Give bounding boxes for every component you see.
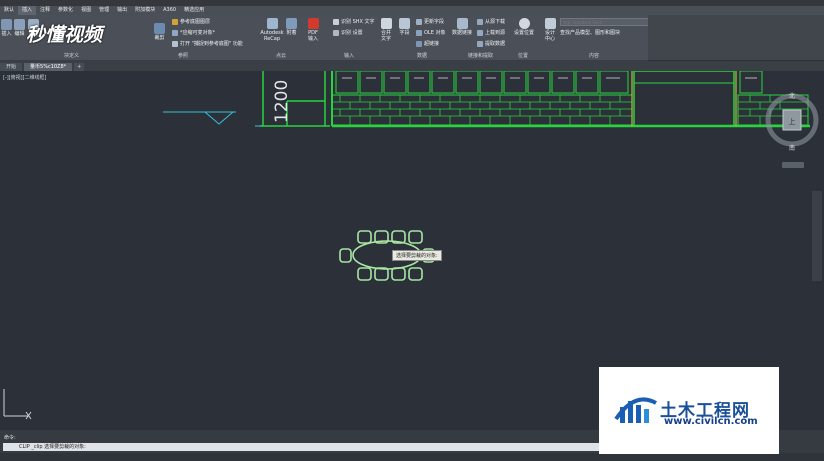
tab-addins[interactable]: 附加模块: [131, 6, 159, 15]
recap-icon: [266, 18, 278, 29]
seek-search-input[interactable]: [560, 18, 650, 26]
compass-north: 北: [789, 92, 795, 100]
group-point-cloud: 点云: [276, 53, 287, 59]
chair: [391, 267, 406, 281]
find-product-models-button[interactable]: 查找产品模型、图形和图块: [560, 29, 620, 36]
attach-button[interactable]: 附着: [286, 18, 297, 36]
chair: [408, 267, 423, 281]
recognize-shx-button[interactable]: 识别 SHX 文字: [333, 18, 375, 25]
hyperlink-icon: [416, 40, 422, 47]
pdf-icon: [307, 18, 319, 29]
insert-block-icon: [1, 19, 12, 30]
tab-default[interactable]: 默认: [0, 6, 18, 15]
ribbon-empty-area: [648, 15, 824, 60]
chair: [357, 267, 372, 281]
status-bar: [0, 453, 824, 461]
clip-icon: [154, 23, 165, 34]
download-icon: [477, 18, 483, 25]
chair: [374, 267, 389, 281]
viewcube-top-label: 上: [789, 117, 796, 126]
extract-data-button[interactable]: 提取数据: [477, 40, 505, 47]
recognize-settings-button[interactable]: 识别 设置: [333, 29, 363, 36]
ole-object-button[interactable]: OLE 对象: [416, 29, 445, 36]
update-fields-icon: [416, 18, 422, 25]
design-center-icon: [544, 18, 556, 29]
selection-tooltip: 选择要剪裁的对象:: [392, 250, 442, 261]
adjust-object-button[interactable]: *应缩可变对象*: [172, 29, 215, 36]
field-icon: [399, 18, 410, 29]
download-from-source-button[interactable]: 从源下载: [477, 18, 505, 25]
viewport-controls[interactable]: [-][俯视][二维线框]: [3, 74, 47, 81]
globe-icon: [518, 18, 530, 29]
tab-featured-apps[interactable]: 精选应用: [180, 6, 208, 15]
command-history: 命令:: [4, 435, 16, 441]
tab-parametric[interactable]: 参数化: [54, 6, 77, 15]
new-tab-button[interactable]: +: [74, 63, 85, 71]
civilcn-logo-icon: [614, 397, 657, 423]
command-input[interactable]: CLIP _clip 选择要剪裁的对象:: [3, 443, 611, 451]
navigation-bar[interactable]: [812, 191, 822, 281]
chair: [357, 230, 372, 244]
door-opening: [633, 71, 735, 127]
tab-output[interactable]: 输出: [113, 6, 131, 15]
underlay-layers-button[interactable]: 参考底图图层: [172, 18, 210, 25]
set-location-button[interactable]: 设置位置: [514, 18, 534, 36]
compass-south: 南: [789, 144, 795, 152]
snap-icon: [172, 40, 178, 47]
update-fields-button[interactable]: 更新字段: [416, 18, 444, 25]
windows: [335, 71, 763, 94]
group-block-definition: 块定义: [64, 53, 80, 59]
ole-icon: [416, 29, 422, 36]
group-location: 位置: [518, 53, 529, 59]
tab-a360[interactable]: A360: [159, 6, 180, 15]
merge-text-button[interactable]: 合并 文字: [379, 18, 393, 42]
data-link-button[interactable]: 数据链接: [450, 18, 474, 36]
group-data: 数据: [417, 53, 428, 59]
ucs-icon: [3, 389, 32, 420]
edit-block-icon: [14, 19, 25, 30]
insert-block-button[interactable]: 插入: [1, 19, 12, 37]
group-reference: 参照: [178, 53, 189, 59]
merge-text-icon: [380, 18, 392, 29]
snap-to-underlay-button[interactable]: 打开 "捕捉到参考底图" 功能: [172, 40, 243, 47]
chair: [339, 248, 352, 263]
extract-icon: [477, 40, 483, 47]
design-center-button[interactable]: 设计中心: [543, 18, 557, 42]
tab-annotate[interactable]: 注释: [36, 6, 54, 15]
tab-drawing[interactable]: 量币5%c10Z8*: [24, 63, 73, 71]
chair: [408, 230, 423, 244]
recap-button[interactable]: Autodesk ReCap: [258, 18, 286, 42]
adjust-icon: [172, 29, 178, 36]
upload-icon: [477, 29, 483, 36]
edit-block-button[interactable]: 编辑: [14, 19, 25, 37]
data-link-icon: [456, 18, 468, 29]
tab-start[interactable]: 开始: [0, 63, 23, 71]
layers-icon: [172, 18, 178, 25]
brick-courses: [332, 95, 632, 125]
hyperlink-button[interactable]: 超链接: [416, 40, 439, 47]
clip-button[interactable]: 裁剪: [154, 23, 165, 41]
group-link-extract: 链接和提取: [468, 53, 494, 59]
brick-wall: [331, 94, 633, 126]
pdf-import-button[interactable]: PDF 输入: [305, 18, 321, 42]
viewcube[interactable]: 上 北 南: [764, 90, 820, 170]
upload-to-source-button[interactable]: 上载到源: [477, 29, 505, 36]
group-import: 输入: [344, 53, 355, 59]
video-logo-watermark: 秒懂视频: [26, 24, 103, 46]
settings-icon: [333, 29, 339, 36]
elevation-drawing: [260, 71, 810, 128]
dimension-text: 1200: [272, 80, 292, 123]
shx-icon: [333, 18, 339, 25]
wcs-menu[interactable]: [782, 162, 804, 168]
tab-insert[interactable]: 插入: [18, 6, 37, 15]
ribbon-tabs: 默认 插入 注释 参数化 视图 管理 输出 附加模块 A360 精选应用: [0, 6, 824, 15]
tab-manage[interactable]: 管理: [95, 6, 113, 15]
group-content: 内容: [589, 53, 600, 59]
field-button[interactable]: 字段: [399, 18, 410, 36]
section-marker: [163, 111, 262, 127]
watermark-url: www.civilcn.com: [664, 416, 758, 427]
file-tab-strip: 开始 量币5%c10Z8* +: [0, 61, 824, 71]
tab-view[interactable]: 视图: [77, 6, 95, 15]
attach-icon: [286, 18, 297, 29]
